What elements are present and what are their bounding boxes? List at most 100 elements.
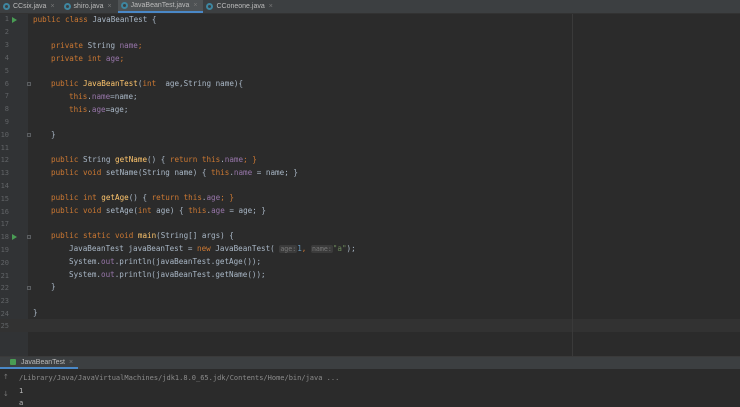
field: name <box>233 168 253 177</box>
keyword: this <box>197 155 221 164</box>
rerun-down-icon[interactable]: ↓ <box>3 390 9 398</box>
run-tool-window: JavaBeanTest × ↑ ↓ /Library/Java/JavaVir… <box>0 356 740 407</box>
code-line-12: public String getName() { return this.na… <box>51 154 257 166</box>
function-name: getName <box>115 155 148 164</box>
keyword: public class <box>33 15 88 24</box>
field: out <box>101 270 115 279</box>
code-line-10: } <box>51 129 56 141</box>
parameter-hint: name: <box>310 245 333 253</box>
code-text: JavaBeanTest( <box>210 244 280 253</box>
code-line-15: public int getAge() { return this.age; } <box>51 192 234 204</box>
run-main-icon[interactable] <box>12 234 17 240</box>
code-text: = name; } <box>252 168 298 177</box>
punctuation: ; <box>137 41 143 50</box>
keyword: this <box>211 168 230 177</box>
punctuation: , <box>301 244 311 253</box>
field: age <box>101 54 120 63</box>
line-number: 6 <box>4 80 9 88</box>
function-name: JavaBeanTest <box>78 79 138 88</box>
fold-icon[interactable] <box>27 235 31 239</box>
console-output-line: a <box>19 399 24 407</box>
code-text: age) { <box>151 206 189 215</box>
keyword: this <box>69 92 88 101</box>
keyword: public static void <box>51 231 134 240</box>
line-number: 3 <box>4 41 9 49</box>
console-output-line: 1 <box>19 387 24 395</box>
line-number: 12 <box>0 156 9 164</box>
code-text: } <box>33 308 38 317</box>
keyword: this <box>69 105 88 114</box>
function-name: setName <box>101 168 138 177</box>
keyword: this <box>179 193 202 202</box>
java-class-icon <box>3 3 10 10</box>
fold-icon[interactable] <box>27 133 31 137</box>
tab-shiro[interactable]: shiro.java × <box>61 0 118 13</box>
punctuation: ; } <box>220 193 234 202</box>
code-text: =name; <box>110 92 138 101</box>
keyword: return <box>169 155 198 164</box>
close-icon[interactable]: × <box>108 3 112 10</box>
close-icon[interactable]: × <box>193 2 197 9</box>
current-line-highlight <box>0 319 740 332</box>
run-tab[interactable]: JavaBeanTest × <box>0 357 79 369</box>
line-number: 20 <box>0 259 9 267</box>
close-icon[interactable]: × <box>50 3 54 10</box>
run-tab-bar: JavaBeanTest × <box>0 357 740 369</box>
code-text: .println(javaBeanTest.getName()); <box>114 270 266 279</box>
line-number: 19 <box>0 246 9 254</box>
editor-tab-bar: CCsix.java × shiro.java × JavaBeanTest.j… <box>0 0 740 14</box>
keyword: return <box>151 193 180 202</box>
code-text: =age; <box>105 105 129 114</box>
close-icon[interactable]: × <box>269 3 273 10</box>
tab-label: JavaBeanTest.java <box>130 2 190 9</box>
code-line-21: System.out.println(javaBeanTest.getName(… <box>69 269 266 281</box>
fold-icon[interactable] <box>27 82 31 86</box>
code-text: JavaBeanTest { <box>87 15 157 24</box>
code-text: () { <box>147 155 170 164</box>
keyword: int <box>142 79 157 88</box>
fold-icon[interactable] <box>27 286 31 290</box>
code-text: } <box>51 130 56 139</box>
run-class-icon[interactable] <box>12 17 17 23</box>
string-literal: "a" <box>332 244 347 253</box>
code-text: (String name) { <box>137 168 212 177</box>
keyword: new <box>197 244 211 253</box>
right-margin-guide <box>572 14 573 356</box>
line-number: 9 <box>4 118 9 126</box>
close-icon[interactable]: × <box>69 359 73 366</box>
tab-javabeantest[interactable]: JavaBeanTest.java × <box>117 0 204 13</box>
field: name <box>91 92 111 101</box>
line-number: 18 <box>0 233 9 241</box>
line-number: 15 <box>0 195 9 203</box>
keyword: public void <box>51 168 102 177</box>
code-line-20: System.out.println(javaBeanTest.getAge()… <box>69 256 261 268</box>
parameter-hint: age: <box>279 245 298 253</box>
code-text: age,String name){ <box>156 79 244 88</box>
code-line-16: public void setAge(int age) { this.age =… <box>51 205 266 217</box>
code-editor[interactable] <box>28 14 740 356</box>
line-number: 1 <box>4 15 9 23</box>
code-line-13: public void setName(String name) { this.… <box>51 167 298 179</box>
line-number: 17 <box>0 220 9 228</box>
code-text: } <box>51 282 56 291</box>
field: age <box>91 105 106 114</box>
code-text: String <box>83 41 120 50</box>
keyword: public int <box>51 193 97 202</box>
line-number: 8 <box>4 105 9 113</box>
field: age <box>206 193 221 202</box>
line-number: 21 <box>0 272 9 280</box>
code-text: .println(javaBeanTest.getAge()); <box>114 257 262 266</box>
field: age <box>211 206 225 215</box>
code-text: () { <box>128 193 152 202</box>
line-number: 11 <box>0 144 9 152</box>
tab-ccsix[interactable]: CCsix.java × <box>0 0 61 13</box>
rerun-up-icon[interactable]: ↑ <box>3 373 9 381</box>
keyword: int <box>137 206 152 215</box>
field: name <box>224 155 244 164</box>
line-number: 4 <box>4 54 9 62</box>
run-tab-label: JavaBeanTest <box>21 358 65 366</box>
tab-cconeone[interactable]: CConeone.java × <box>203 0 278 13</box>
code-line-7: this.name=name; <box>69 91 138 103</box>
code-text: ); <box>346 244 356 253</box>
function-name: main <box>133 231 157 240</box>
